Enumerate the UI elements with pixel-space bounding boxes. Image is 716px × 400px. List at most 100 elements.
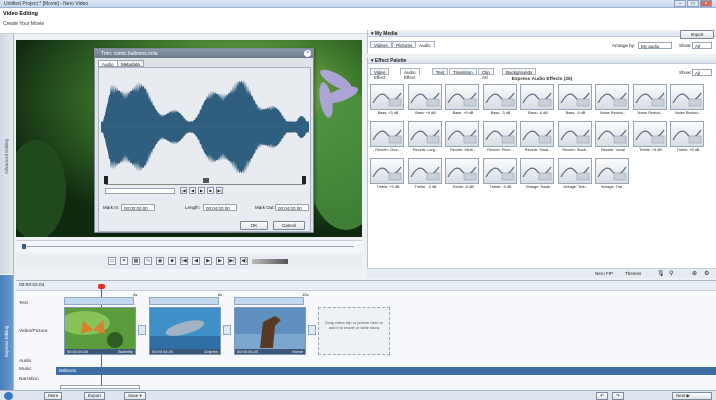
timeline-zoom-slider[interactable] bbox=[60, 385, 140, 389]
rewind-icon[interactable]: ◀ bbox=[189, 187, 196, 194]
maximize-button[interactable]: □ bbox=[687, 0, 699, 7]
effect-tile[interactable]: Bass: +9 dB bbox=[445, 84, 480, 119]
effect-tile[interactable]: Bass: -9 dB bbox=[557, 84, 593, 119]
crop-icon[interactable]: ⌗ bbox=[120, 257, 128, 265]
next-frame-icon[interactable]: ▶| bbox=[216, 187, 223, 194]
effect-tile[interactable]: Vintage: Tele... bbox=[557, 158, 593, 193]
effect-tile[interactable]: Noise Reduct... bbox=[632, 84, 668, 119]
themes-button[interactable]: Themes bbox=[625, 271, 641, 276]
effect-tile[interactable]: Vintage: Trai... bbox=[595, 158, 630, 193]
advanced-editing-tab[interactable]: Advanced Editing bbox=[0, 34, 14, 274]
tab-pictures[interactable]: Pictures bbox=[392, 41, 417, 48]
effect-tile[interactable]: Reverb: Chur... bbox=[370, 121, 405, 156]
tab-text[interactable]: Text bbox=[432, 68, 449, 75]
effect-tile[interactable]: Reverb: Phon... bbox=[482, 121, 518, 156]
playhead-marker[interactable] bbox=[98, 284, 105, 289]
express-editing-tab[interactable]: Express Editing bbox=[0, 275, 14, 390]
clip-butterfly[interactable]: 00:00:04.00 Butterfly bbox=[64, 307, 136, 355]
nero-fip-button[interactable]: Nero FIP bbox=[595, 271, 613, 276]
ok-button[interactable]: OK bbox=[240, 221, 268, 230]
effect-show-select[interactable]: All bbox=[692, 69, 712, 76]
settings-icon[interactable]: ⚙ bbox=[704, 270, 709, 277]
effect-tile[interactable]: Reverb: Vocal bbox=[595, 121, 630, 156]
clip-horse[interactable]: 00:00:04.00 Horse bbox=[234, 307, 306, 355]
tab-audio-effect[interactable]: Audio Effect bbox=[400, 68, 420, 80]
transition-slot-1[interactable] bbox=[138, 325, 146, 335]
mark-in-handle[interactable] bbox=[104, 176, 108, 184]
tab-clip-art[interactable]: Clip Art bbox=[478, 68, 494, 80]
effect-tile[interactable]: Treble: +9 dB bbox=[370, 158, 405, 193]
effect-tile[interactable]: Noise Reduct... bbox=[670, 84, 705, 119]
my-media-header[interactable]: ▾ My Media bbox=[368, 30, 716, 37]
tab-video-effect[interactable]: Video Effect bbox=[370, 68, 390, 80]
snapshot-icon[interactable]: ◉ bbox=[156, 257, 164, 265]
effect-tile[interactable]: Vintage: Radio bbox=[520, 158, 555, 193]
help-icon[interactable] bbox=[4, 392, 13, 400]
volume-icon[interactable]: ◀) bbox=[240, 257, 248, 265]
effect-tile[interactable]: Reverb: Smal... bbox=[520, 121, 555, 156]
clip-dolphin[interactable]: 00:00:04.00 Dolphin bbox=[149, 307, 221, 355]
effect-tile[interactable]: Treble: -3 dB bbox=[407, 158, 443, 193]
mark-out-handle[interactable] bbox=[302, 176, 306, 184]
undo-icon[interactable]: ↶ bbox=[596, 392, 608, 400]
minimize-button[interactable]: – bbox=[674, 0, 686, 7]
text-slot-3[interactable] bbox=[234, 297, 304, 305]
monitor-icon[interactable]: ▭ bbox=[108, 257, 116, 265]
next-icon[interactable]: ▶ bbox=[216, 257, 224, 265]
save-button[interactable]: Save ▾ bbox=[124, 392, 146, 400]
transition-slot-3[interactable] bbox=[308, 325, 316, 335]
effect-tile[interactable]: Reverb: Medi... bbox=[445, 121, 480, 156]
cancel-button[interactable]: Cancel bbox=[273, 221, 305, 230]
tab-audio-media[interactable]: Audio bbox=[415, 41, 435, 48]
previous-icon[interactable]: ◀ bbox=[192, 257, 200, 265]
text-slot-2[interactable] bbox=[149, 297, 219, 305]
stop-playback-icon[interactable]: ■ bbox=[168, 257, 176, 265]
zoom-icon[interactable]: ⊕ bbox=[692, 270, 697, 277]
import-button[interactable]: Import bbox=[680, 30, 714, 39]
length-field[interactable]: 00:04:00.00 bbox=[203, 204, 237, 211]
volume-slider[interactable] bbox=[252, 259, 288, 264]
effect-palette-header[interactable]: ▾ Effect Palette bbox=[368, 57, 716, 64]
tab-audio[interactable]: Audio bbox=[98, 60, 118, 67]
music-clip[interactable]: Balloons bbox=[56, 367, 716, 375]
grid-icon[interactable]: ▦ bbox=[132, 257, 140, 265]
mark-in-field[interactable]: 00:00:00.00 bbox=[121, 204, 155, 211]
play-icon[interactable]: ▶ bbox=[198, 187, 205, 194]
effect-tile[interactable]: Treble: +3 dB bbox=[632, 121, 668, 156]
arrange-by-select[interactable]: My audio bbox=[638, 42, 672, 49]
tab-videos[interactable]: Videos bbox=[370, 41, 392, 48]
playhead-handle[interactable] bbox=[203, 178, 209, 183]
next-button[interactable]: Next ▶ bbox=[672, 392, 712, 400]
mark-out-field[interactable]: 00:04:00.00 bbox=[275, 204, 309, 211]
microphone-icon[interactable]: 🎙 bbox=[657, 270, 665, 277]
effect-tile[interactable]: Reverb: Stadi... bbox=[557, 121, 593, 156]
show-select[interactable]: All bbox=[692, 42, 712, 49]
preview-seekbar[interactable] bbox=[16, 240, 362, 252]
seek-handle[interactable] bbox=[22, 244, 26, 249]
drop-zone[interactable]: Drag video clip or picture here to add i… bbox=[318, 307, 390, 355]
effect-tile[interactable]: Bass: +6 dB bbox=[407, 84, 443, 119]
effect-tile[interactable]: Treble: +6 dB bbox=[670, 121, 705, 156]
stop-icon[interactable]: ■ bbox=[207, 187, 214, 194]
effect-tile[interactable]: Bass: +3 dB bbox=[370, 84, 405, 119]
more-button[interactable]: More bbox=[44, 392, 63, 400]
effect-tile[interactable]: Bass: -6 dB bbox=[520, 84, 555, 119]
audio-wave-icon[interactable]: ∿ bbox=[144, 257, 152, 265]
tab-transition[interactable]: Transition bbox=[449, 68, 477, 75]
transition-slot-2[interactable] bbox=[223, 325, 231, 335]
tab-metadata[interactable]: Metadata bbox=[117, 60, 144, 67]
timeline-ruler[interactable] bbox=[16, 281, 716, 291]
redo-icon[interactable]: ↷ bbox=[612, 392, 624, 400]
prev-frame-icon[interactable]: |◀ bbox=[180, 187, 187, 194]
effect-tile[interactable]: Treble: -6 dB bbox=[445, 158, 480, 193]
export-button[interactable]: Export bbox=[84, 392, 106, 400]
effect-tile[interactable]: Treble: -9 dB bbox=[482, 158, 518, 193]
zoom-slider[interactable] bbox=[105, 188, 175, 194]
tab-backgrounds[interactable]: Backgrounds bbox=[502, 68, 537, 75]
dialog-close-icon[interactable]: × bbox=[304, 50, 311, 57]
close-window-button[interactable]: × bbox=[700, 0, 712, 7]
go-to-end-icon[interactable]: ▶| bbox=[228, 257, 236, 265]
effect-tile[interactable]: Bass: -3 dB bbox=[482, 84, 518, 119]
text-slot-1[interactable] bbox=[64, 297, 134, 305]
go-to-start-icon[interactable]: |◀ bbox=[180, 257, 188, 265]
